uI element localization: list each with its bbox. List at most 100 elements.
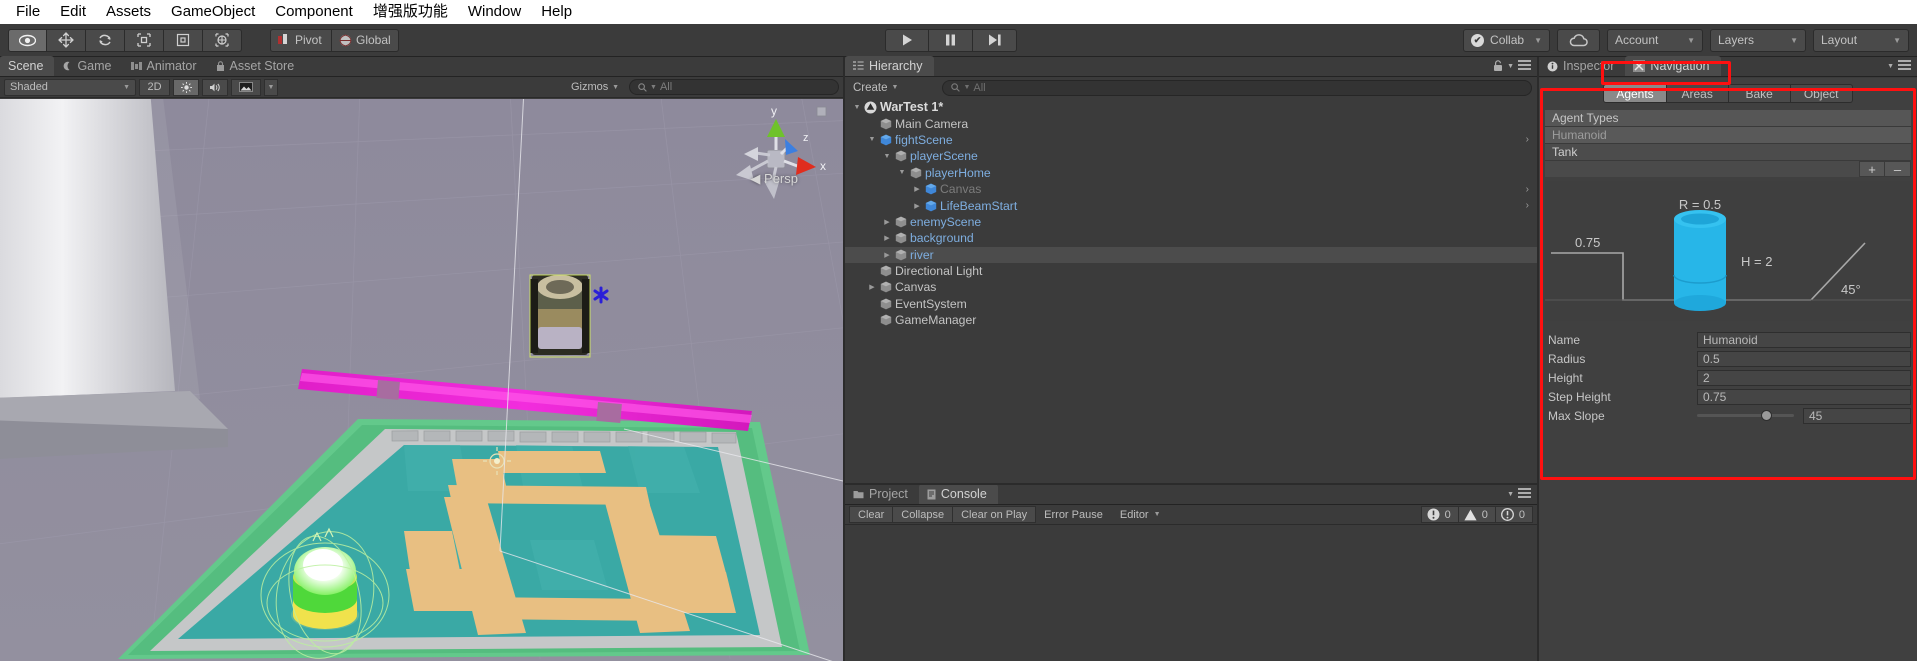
step-height-input[interactable]: 0.75 — [1697, 388, 1911, 405]
menu-item-component[interactable]: Component — [265, 0, 363, 24]
lock-icon[interactable] — [1493, 60, 1503, 72]
error-pause-button[interactable]: Error Pause — [1036, 506, 1112, 523]
layout-dropdown[interactable]: Layout ▼ — [1813, 28, 1909, 52]
clear-on-play-button[interactable]: Clear on Play — [953, 506, 1037, 523]
scene-orientation-gizmo[interactable]: y z x — [721, 101, 831, 216]
hierarchy-search-input[interactable]: ▼ All — [942, 79, 1532, 96]
gizmos-dropdown[interactable]: Gizmos ▼ — [565, 79, 625, 96]
pivot-button[interactable]: Pivot — [270, 28, 332, 52]
radius-input[interactable]: 0.5 — [1697, 350, 1911, 367]
hierarchy-item[interactable]: Directional Light — [845, 263, 1537, 279]
clear-button[interactable]: Clear — [849, 506, 894, 523]
collab-button[interactable]: ✔ Collab ▼ — [1463, 28, 1550, 52]
toggle-2d-button[interactable]: 2D — [139, 78, 170, 96]
tab-project[interactable]: Project — [845, 484, 919, 504]
scene-search-input[interactable]: ▼ All — [629, 79, 839, 95]
hierarchy-tree[interactable]: ▼ WarTest 1* Main Camera ▼ fightScene › ▼ playe… — [845, 99, 1537, 483]
hierarchy-item[interactable]: ▶ Canvas › — [845, 181, 1537, 197]
inspector-menu-icon[interactable] — [1898, 60, 1911, 72]
slider-knob[interactable] — [1761, 410, 1773, 421]
panel-divider-right[interactable] — [1537, 57, 1539, 661]
move-tool-button[interactable] — [47, 28, 86, 52]
menu-item-help[interactable]: Help — [531, 0, 582, 24]
toggle-lighting-button[interactable] — [173, 78, 199, 96]
chevron-right-icon[interactable]: › — [1526, 200, 1529, 211]
collapse-button[interactable]: Collapse — [893, 506, 954, 523]
console-log-area[interactable] — [845, 526, 1537, 661]
disclosure-triangle-icon[interactable]: ▼ — [896, 169, 908, 176]
menu-item-file[interactable]: File — [6, 0, 50, 24]
info-count[interactable]: 0 — [1420, 506, 1459, 523]
cloud-button[interactable] — [1557, 28, 1600, 52]
rect-tool-button[interactable] — [164, 28, 203, 52]
disclosure-triangle-icon[interactable]: ▼ — [866, 136, 878, 143]
menu-item-enhanced-features[interactable]: 增强版功能 — [363, 0, 458, 24]
toggle-audio-button[interactable] — [202, 78, 228, 96]
disclosure-triangle-icon[interactable]: ▶ — [911, 202, 923, 210]
editor-dropdown[interactable]: Editor ▼ — [1112, 506, 1170, 523]
hierarchy-item[interactable]: GameManager — [845, 312, 1537, 328]
hierarchy-item[interactable]: ▶ Canvas — [845, 279, 1537, 295]
warning-count[interactable]: 0 — [1458, 506, 1496, 523]
tab-hierarchy[interactable]: Hierarchy — [845, 56, 934, 76]
max-slope-slider[interactable] — [1697, 408, 1794, 424]
hand-tool-button[interactable] — [8, 28, 47, 52]
tab-navigation[interactable]: Navigation — [1625, 56, 1721, 76]
hierarchy-menu-icon[interactable] — [1518, 60, 1531, 72]
tab-asset-store[interactable]: Asset Store — [208, 56, 306, 76]
max-slope-input[interactable]: 45 — [1803, 407, 1911, 424]
shading-mode-dropdown[interactable]: Shaded ▼ — [4, 78, 136, 96]
transform-tool-button[interactable] — [203, 28, 242, 52]
agent-type-tank[interactable]: Tank — [1545, 144, 1911, 161]
subtab-bake[interactable]: Bake — [1728, 84, 1791, 103]
step-button[interactable] — [973, 28, 1017, 52]
hierarchy-item[interactable]: Main Camera — [845, 115, 1537, 131]
scene-viewport[interactable]: y z x ◀ Persp — [0, 99, 843, 661]
chevron-right-icon[interactable]: › — [1526, 184, 1529, 195]
disclosure-triangle-icon[interactable]: ▶ — [911, 185, 923, 193]
disclosure-triangle-icon[interactable]: ▼ — [851, 104, 863, 111]
hierarchy-item[interactable]: ▼ playerScene — [845, 148, 1537, 164]
tab-inspector[interactable]: Inspector — [1539, 56, 1625, 76]
hierarchy-item[interactable]: ▶ enemyScene — [845, 214, 1537, 230]
tab-console[interactable]: Console — [918, 484, 998, 504]
disclosure-triangle-icon[interactable]: ▶ — [866, 283, 878, 291]
layers-dropdown[interactable]: Layers ▼ — [1710, 28, 1806, 52]
play-button[interactable] — [885, 28, 929, 52]
menu-item-window[interactable]: Window — [458, 0, 531, 24]
disclosure-triangle-icon[interactable]: ▼ — [881, 153, 893, 160]
effects-dropdown-button[interactable]: ▼ — [264, 78, 278, 96]
hierarchy-item[interactable]: ▼ WarTest 1* — [845, 99, 1537, 115]
name-input[interactable]: Humanoid — [1697, 331, 1911, 348]
chevron-right-icon[interactable]: › — [1526, 134, 1529, 145]
subtab-agents[interactable]: Agents — [1603, 84, 1667, 103]
height-input[interactable]: 2 — [1697, 369, 1911, 386]
scale-tool-button[interactable] — [125, 28, 164, 52]
tab-animator[interactable]: Animator — [123, 56, 208, 76]
disclosure-triangle-icon[interactable]: ▶ — [881, 218, 893, 226]
agent-type-humanoid[interactable]: Humanoid — [1545, 127, 1911, 144]
hierarchy-item[interactable]: ▶ river — [845, 246, 1537, 263]
global-button[interactable]: Global — [332, 28, 399, 52]
hierarchy-item[interactable]: ▶ background — [845, 230, 1537, 246]
hierarchy-item[interactable]: ▼ playerHome — [845, 165, 1537, 181]
disclosure-triangle-icon[interactable]: ▶ — [881, 251, 893, 259]
panel-divider-left[interactable] — [843, 57, 845, 661]
hierarchy-item[interactable]: ▶ LifeBeamStart › — [845, 197, 1537, 213]
error-count[interactable]: 0 — [1495, 506, 1533, 523]
subtab-object[interactable]: Object — [1790, 84, 1853, 103]
add-agent-button[interactable]: + — [1859, 161, 1885, 177]
pause-button[interactable] — [929, 28, 973, 52]
disclosure-triangle-icon[interactable]: ▶ — [881, 234, 893, 242]
hierarchy-item[interactable]: EventSystem — [845, 296, 1537, 312]
tab-scene[interactable]: Scene — [0, 56, 55, 76]
menu-item-edit[interactable]: Edit — [50, 0, 96, 24]
console-menu-icon[interactable] — [1518, 488, 1531, 500]
rotate-tool-button[interactable] — [86, 28, 125, 52]
toggle-effects-button[interactable] — [231, 78, 261, 96]
remove-agent-button[interactable]: – — [1885, 161, 1911, 177]
subtab-areas[interactable]: Areas — [1666, 84, 1729, 103]
account-dropdown[interactable]: Account ▼ — [1607, 28, 1703, 52]
panel-divider-horizontal[interactable] — [845, 483, 1537, 485]
menu-item-assets[interactable]: Assets — [96, 0, 161, 24]
